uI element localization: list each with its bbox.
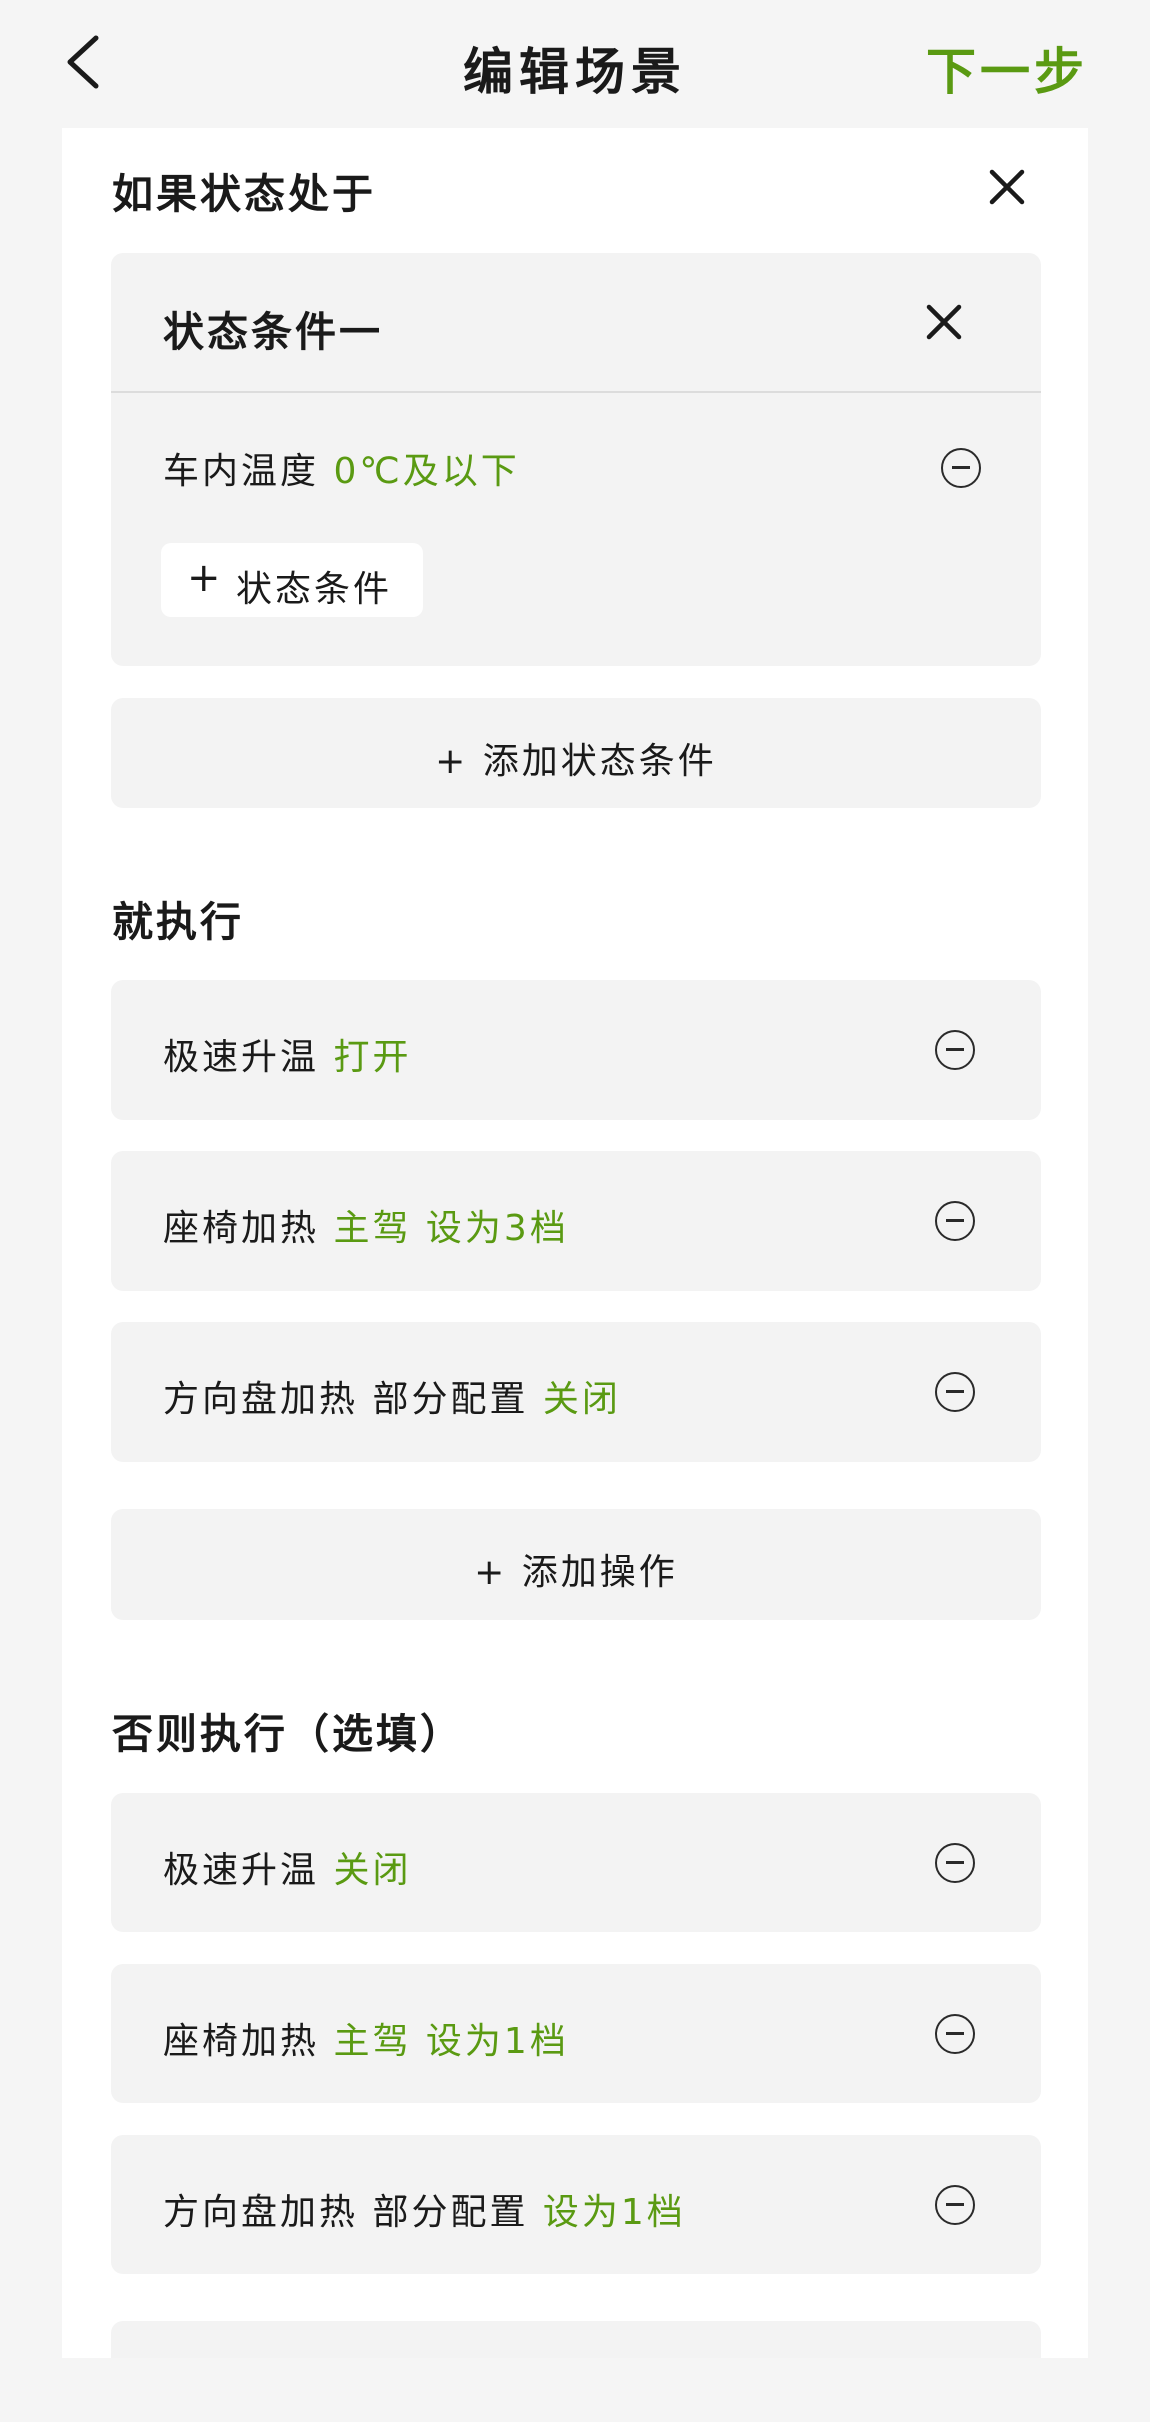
add-condition-button[interactable]: + 添加状态条件 — [111, 698, 1041, 808]
action-row[interactable]: 极速升温 打开 — [111, 980, 1041, 1120]
add-else-action-button[interactable] — [111, 2321, 1041, 2358]
action-label: 座椅加热 — [163, 1208, 320, 1249]
action-label: 极速升温 — [163, 1850, 320, 1891]
plus-icon: + — [474, 1552, 508, 1593]
scene-editor-panel: 如果状态处于 状态条件一 车内温度 0℃及以下 + 状态条件 + 添加状态条件 … — [62, 128, 1088, 2358]
action-row[interactable]: 座椅加热 主驾 设为3档 — [111, 1151, 1041, 1291]
remove-action-icon[interactable] — [935, 2185, 975, 2225]
remove-action-icon[interactable] — [935, 1843, 975, 1883]
remove-action-icon[interactable] — [935, 1372, 975, 1412]
condition-group: 状态条件一 车内温度 0℃及以下 + 状态条件 — [111, 253, 1041, 666]
else-action-row[interactable]: 方向盘加热 部分配置 设为1档 — [111, 2135, 1041, 2274]
plus-icon: + — [435, 741, 469, 782]
else-action-row[interactable]: 极速升温 关闭 — [111, 1793, 1041, 1932]
close-icon — [926, 304, 962, 340]
action-label: 方向盘加热 部分配置 — [163, 2192, 529, 2233]
remove-action-icon[interactable] — [935, 1201, 975, 1241]
condition-group-header: 状态条件一 — [111, 253, 1041, 393]
remove-action-icon[interactable] — [935, 1030, 975, 1070]
action-row[interactable]: 方向盘加热 部分配置 关闭 — [111, 1322, 1041, 1462]
add-action-label: 添加操作 — [521, 1552, 678, 1593]
remove-action-icon[interactable] — [935, 2014, 975, 2054]
action-label: 方向盘加热 部分配置 — [163, 1379, 529, 1420]
top-bar: 编辑场景 下一步 — [0, 0, 1150, 128]
action-value: 关闭 — [542, 1379, 621, 1420]
add-action-button[interactable]: + 添加操作 — [111, 1509, 1041, 1620]
condition-row[interactable]: 车内温度 0℃及以下 — [163, 442, 520, 494]
action-value: 主驾 设为1档 — [333, 2021, 569, 2062]
plus-icon: + — [187, 555, 221, 601]
action-label: 座椅加热 — [163, 2021, 320, 2062]
else-section-heading: 否则执行（选填） — [112, 1710, 464, 1758]
condition-group-title: 状态条件一 — [163, 308, 383, 356]
remove-condition-group-button[interactable] — [919, 297, 969, 347]
action-value: 打开 — [333, 1037, 412, 1078]
add-condition-label: 添加状态条件 — [482, 741, 717, 782]
remove-condition-section-button[interactable] — [982, 162, 1032, 212]
else-action-row[interactable]: 座椅加热 主驾 设为1档 — [111, 1964, 1041, 2103]
condition-section-heading: 如果状态处于 — [112, 170, 376, 218]
condition-label: 车内温度 — [163, 451, 320, 492]
condition-value: 0℃及以下 — [333, 451, 520, 492]
action-label: 极速升温 — [163, 1037, 320, 1078]
add-state-condition-label: 状态条件 — [236, 569, 393, 610]
action-value: 设为1档 — [542, 2192, 686, 2233]
remove-condition-icon[interactable] — [941, 448, 981, 488]
next-step-button[interactable]: 下一步 — [926, 32, 1088, 104]
action-value: 主驾 设为3档 — [333, 1208, 569, 1249]
then-section-heading: 就执行 — [112, 898, 244, 946]
add-state-condition-chip[interactable]: + 状态条件 — [161, 543, 423, 617]
close-icon — [989, 169, 1025, 205]
action-value: 关闭 — [333, 1850, 412, 1891]
